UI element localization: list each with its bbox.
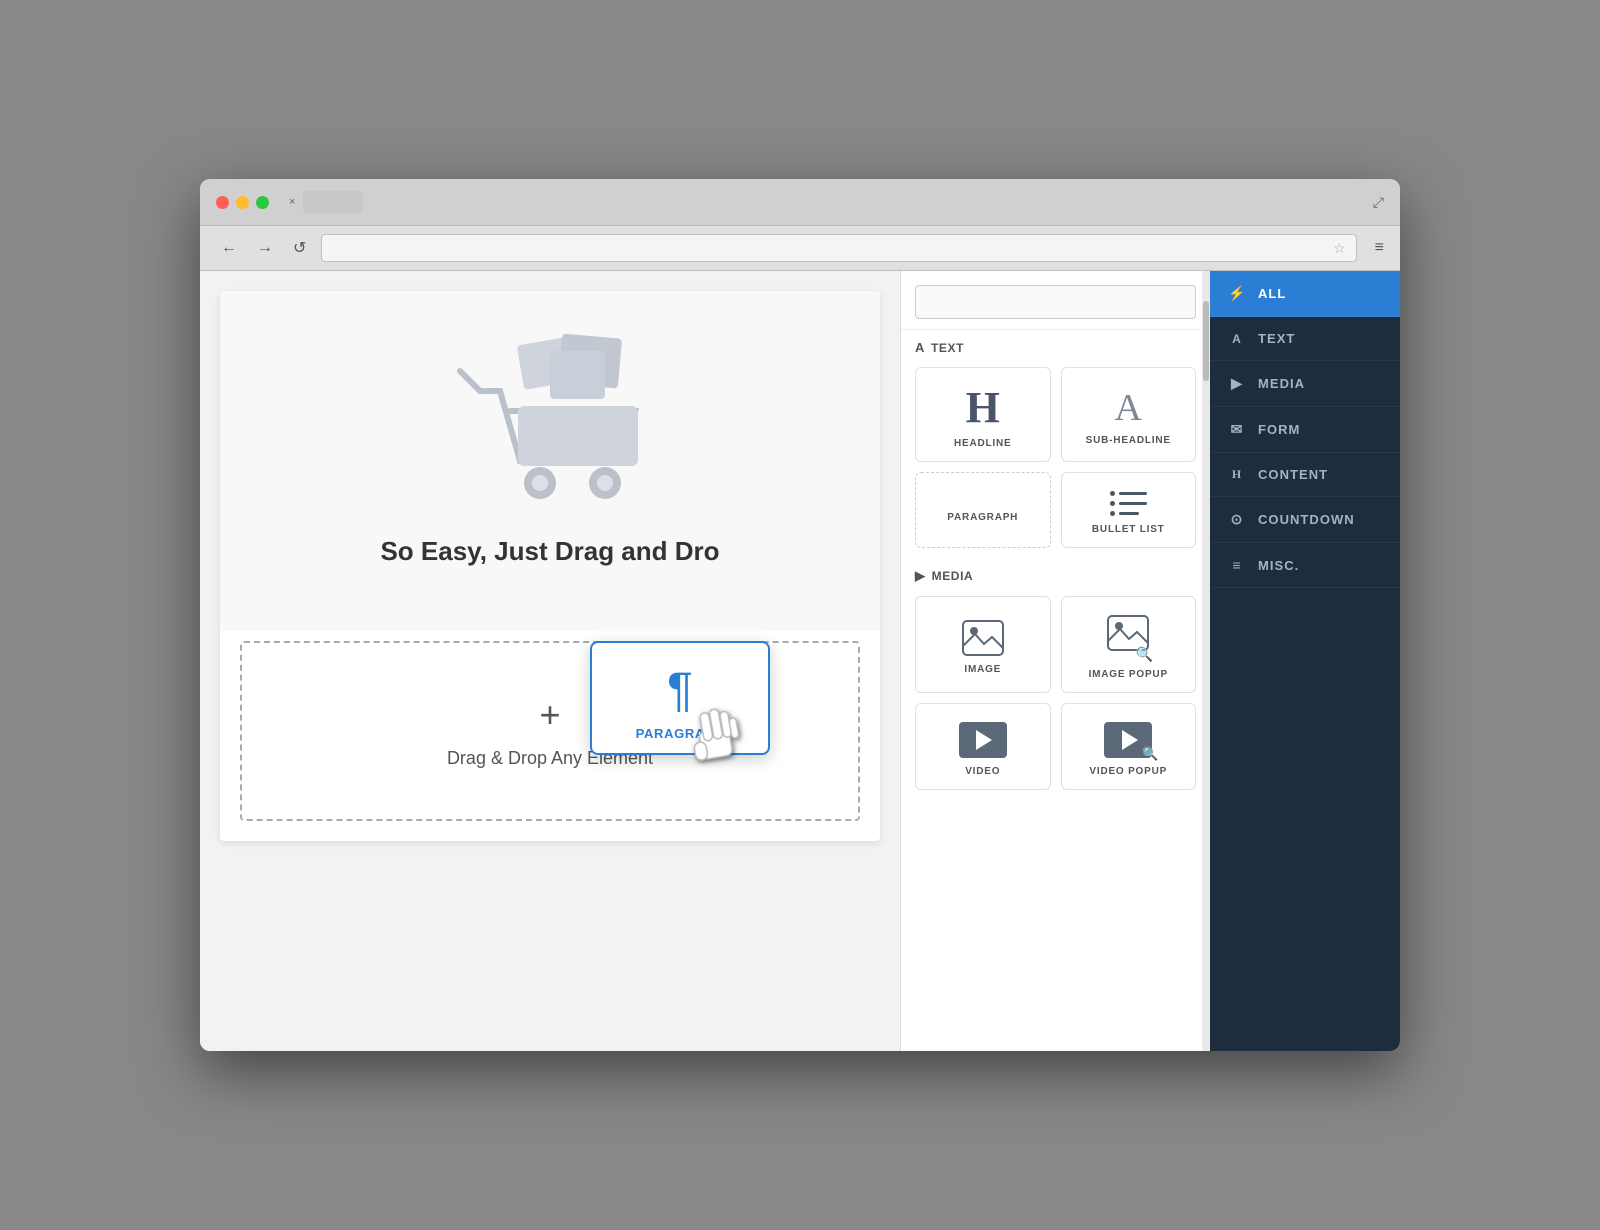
video-popup-icon: 🔍	[1104, 722, 1152, 758]
media-section-header: ▶ MEDIA	[901, 558, 1210, 590]
refresh-button[interactable]: ↺	[288, 236, 311, 260]
canvas-headline: So Easy, Just Drag and Dro	[380, 536, 719, 567]
browser-menu-icon[interactable]: ≡	[1375, 239, 1384, 257]
maximize-traffic-light[interactable]	[256, 196, 269, 209]
subheadline-a-icon: A	[1115, 389, 1142, 427]
expand-icon[interactable]: ⤢	[1373, 194, 1384, 211]
traffic-lights	[216, 196, 269, 209]
sub-headline-label: SUB-HEADLINE	[1086, 435, 1171, 446]
nav-item-text-label: TEXT	[1258, 331, 1295, 346]
nav-item-misc-label: MISC.	[1258, 558, 1299, 573]
back-button[interactable]: ←	[216, 237, 242, 259]
bullet-list-label: BULLET LIST	[1092, 524, 1165, 535]
widget-search-input[interactable]	[915, 285, 1196, 319]
page-preview: So Easy, Just Drag and Dro + Drag & Drop…	[220, 291, 880, 841]
search-bar-wrapper	[901, 271, 1210, 330]
video-label: VIDEO	[965, 766, 1000, 777]
countdown-nav-icon: ⊙	[1228, 511, 1246, 528]
image-popup-label: IMAGE POPUP	[1089, 669, 1168, 680]
media-section-label: MEDIA	[932, 569, 974, 583]
text-section-label: TEXT	[931, 341, 964, 355]
close-traffic-light[interactable]	[216, 196, 229, 209]
scroll-thumb[interactable]	[1203, 301, 1209, 381]
sub-headline-widget-card[interactable]: A SUB-HEADLINE	[1061, 367, 1197, 462]
nav-item-media-label: MEDIA	[1258, 376, 1305, 391]
video-widget-card[interactable]: VIDEO	[915, 703, 1051, 790]
nav-item-misc[interactable]: ≡ MISC.	[1210, 543, 1400, 588]
all-icon: ⚡	[1228, 285, 1246, 302]
image-widget-card[interactable]: IMAGE	[915, 596, 1051, 693]
tab-close-button[interactable]: ×	[289, 196, 295, 208]
widgets-panel: A TEXT H HEADLINE A SUB-HEADLINE	[900, 271, 1210, 1051]
main-content: So Easy, Just Drag and Dro + Drag & Drop…	[200, 271, 1400, 1051]
text-section-header: A TEXT	[901, 330, 1210, 361]
tab-favicon	[303, 191, 363, 213]
bullet-list-widget-card[interactable]: BULLET LIST	[1061, 472, 1197, 548]
headline-widget-card[interactable]: H HEADLINE	[915, 367, 1051, 462]
nav-item-form[interactable]: ✉ FORM	[1210, 407, 1400, 453]
tab-area: ×	[289, 191, 363, 213]
video-icon	[959, 722, 1007, 758]
text-widgets-grid: H HEADLINE A SUB-HEADLINE PARAGRAPH	[901, 361, 1210, 558]
magnifier-badge-icon: 🔍	[1136, 646, 1153, 663]
category-nav: ⚡ ALL A TEXT ▶ MEDIA ✉ FORM H CONTENT ⊙ …	[1210, 271, 1400, 1051]
bookmark-icon: ☆	[1333, 240, 1346, 257]
nav-item-form-label: FORM	[1258, 422, 1300, 437]
nav-item-all[interactable]: ⚡ ALL	[1210, 271, 1400, 317]
nav-item-content[interactable]: H CONTENT	[1210, 453, 1400, 497]
image-icon	[962, 620, 1004, 656]
nav-item-media[interactable]: ▶ MEDIA	[1210, 361, 1400, 407]
nav-item-countdown-label: COUNTDOWN	[1258, 512, 1355, 527]
headline-h-icon: H	[966, 386, 1000, 430]
cart-icon-wrapper	[450, 331, 650, 516]
paragraph-source-label: PARAGRAPH	[947, 512, 1018, 523]
canvas-area: So Easy, Just Drag and Dro + Drag & Drop…	[200, 271, 900, 1051]
address-bar[interactable]: ☆	[321, 234, 1356, 262]
nav-item-content-label: CONTENT	[1258, 467, 1328, 482]
media-widgets-grid: IMAGE 🔍 IMAGE POPUP	[901, 590, 1210, 800]
video-popup-label: VIDEO POPUP	[1089, 766, 1167, 777]
image-popup-widget-card[interactable]: 🔍 IMAGE POPUP	[1061, 596, 1197, 693]
paragraph-widget-card[interactable]: PARAGRAPH	[915, 472, 1051, 548]
drop-plus-icon: +	[539, 694, 560, 736]
video-magnifier-badge-icon: 🔍	[1142, 746, 1158, 762]
media-section-icon: ▶	[915, 568, 926, 584]
headline-label: HEADLINE	[954, 438, 1012, 449]
nav-item-text[interactable]: A TEXT	[1210, 317, 1400, 361]
title-bar: × ⤢	[200, 179, 1400, 226]
image-label: IMAGE	[964, 664, 1001, 675]
content-nav-icon: H	[1228, 467, 1246, 482]
bullet-list-icon	[1110, 491, 1147, 516]
text-nav-icon: A	[1228, 332, 1246, 346]
nav-item-all-label: ALL	[1258, 286, 1286, 301]
nav-item-countdown[interactable]: ⊙ COUNTDOWN	[1210, 497, 1400, 543]
forward-button[interactable]: →	[252, 237, 278, 259]
scroll-track[interactable]	[1202, 271, 1210, 1051]
browser-window: × ⤢ ← → ↺ ☆ ≡	[200, 179, 1400, 1051]
cart-svg-icon	[450, 331, 650, 511]
minimize-traffic-light[interactable]	[236, 196, 249, 209]
form-nav-icon: ✉	[1228, 421, 1246, 438]
video-popup-widget-card[interactable]: 🔍 VIDEO POPUP	[1061, 703, 1197, 790]
image-popup-icon: 🔍	[1107, 615, 1149, 661]
nav-bar: ← → ↺ ☆ ≡	[200, 226, 1400, 271]
misc-nav-icon: ≡	[1228, 557, 1246, 573]
text-section-icon: A	[915, 340, 925, 355]
media-nav-icon: ▶	[1228, 375, 1246, 392]
cart-section: So Easy, Just Drag and Dro	[220, 291, 880, 631]
